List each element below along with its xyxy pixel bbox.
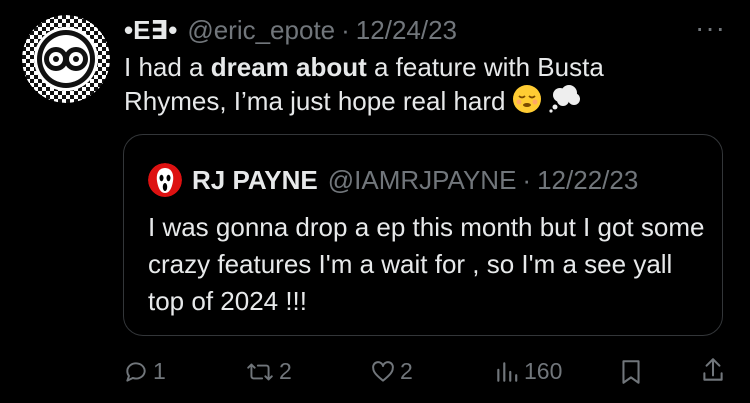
reply-button[interactable]: 1 xyxy=(123,358,166,385)
tweet-text-bold: dream about xyxy=(210,52,367,82)
like-icon xyxy=(370,359,400,385)
display-name[interactable]: •E∃• xyxy=(124,15,177,46)
tweet-date[interactable]: 12/24/23 xyxy=(356,15,457,46)
views-icon xyxy=(494,359,524,385)
quoted-avatar[interactable] xyxy=(148,163,182,197)
quoted-tweet-date: 12/22/23 xyxy=(537,164,639,195)
quoted-display-name[interactable]: RJ PAYNE xyxy=(192,165,318,196)
like-count: 2 xyxy=(400,358,413,384)
bookmark-button[interactable] xyxy=(618,358,648,386)
retweet-icon xyxy=(245,359,279,385)
views-count: 160 xyxy=(524,358,563,384)
retweet-button[interactable]: 2 xyxy=(245,358,292,385)
quoted-tweet-header: RJ PAYNE @IAMRJPAYNE · 12/22/23 xyxy=(148,163,638,197)
separator-dot: · xyxy=(341,14,350,45)
reply-count: 1 xyxy=(153,358,166,384)
tweet-header: •E∃• @eric_epote · 12/24/23 xyxy=(124,12,457,48)
more-icon[interactable]: ··· xyxy=(695,14,726,42)
thought-balloon-emoji-icon xyxy=(548,84,582,122)
share-icon xyxy=(700,356,730,384)
like-button[interactable]: 2 xyxy=(370,358,413,385)
reply-icon xyxy=(123,359,153,385)
relieved-face-emoji-icon xyxy=(512,84,542,122)
retweet-count: 2 xyxy=(279,358,292,384)
quoted-tweet-text: I was gonna drop a ep this month but I g… xyxy=(148,212,705,316)
quoted-tweet[interactable]: RJ PAYNE @IAMRJPAYNE · 12/22/23 I was go… xyxy=(123,134,723,336)
tweet-text: I had a dream about a feature with Busta… xyxy=(124,50,684,122)
bookmark-icon xyxy=(618,358,648,386)
user-handle[interactable]: @eric_epote xyxy=(187,15,335,46)
avatar[interactable] xyxy=(22,15,110,103)
quoted-separator-dot: · xyxy=(522,164,532,195)
tweet-text-start: I had a xyxy=(124,52,211,82)
action-bar: 1 2 2 160 xyxy=(0,352,750,392)
quoted-user-handle[interactable]: @IAMRJPAYNE xyxy=(328,165,517,196)
views-button[interactable]: 160 xyxy=(494,358,562,385)
share-button[interactable] xyxy=(700,356,730,384)
